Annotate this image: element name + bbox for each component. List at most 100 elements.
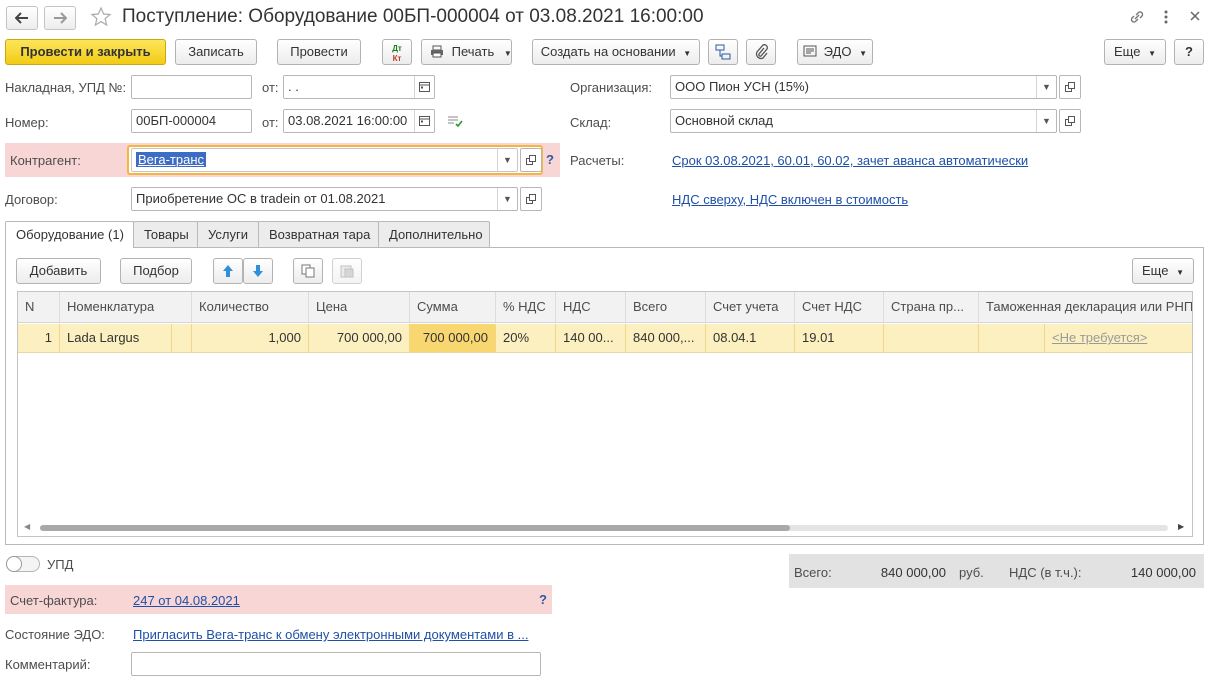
open-counterparty-button[interactable] bbox=[520, 148, 542, 172]
customs-not-required-link[interactable]: <Не требуется> bbox=[1052, 330, 1147, 345]
save-button[interactable]: Записать bbox=[175, 39, 257, 65]
tab-additional[interactable]: Дополнительно bbox=[378, 221, 490, 247]
forward-button[interactable] bbox=[44, 6, 76, 30]
calendar-icon[interactable] bbox=[414, 110, 434, 132]
col-vat-rate[interactable]: % НДС bbox=[496, 292, 556, 322]
invoice-help-icon[interactable]: ? bbox=[539, 592, 547, 607]
move-down-button[interactable] bbox=[243, 258, 273, 284]
chevron-down-icon[interactable]: ▼ bbox=[497, 188, 517, 210]
col-nomenclature[interactable]: Номенклатура bbox=[60, 292, 192, 322]
vat-mode-link[interactable]: НДС сверху, НДС включен в стоимость bbox=[672, 192, 908, 207]
more-button[interactable]: Еще ▼ bbox=[1104, 39, 1166, 65]
sign-status-icon[interactable] bbox=[447, 114, 463, 128]
close-icon[interactable] bbox=[1189, 10, 1201, 22]
col-price[interactable]: Цена bbox=[309, 292, 410, 322]
select-items-button[interactable]: Подбор bbox=[120, 258, 192, 284]
warehouse-input[interactable]: Основной склад ▼ bbox=[670, 109, 1057, 133]
col-quantity[interactable]: Количество bbox=[192, 292, 309, 322]
open-organization-button[interactable] bbox=[1059, 75, 1081, 99]
warehouse-label: Склад: bbox=[570, 115, 612, 130]
star-icon[interactable] bbox=[90, 6, 112, 28]
total-value: 840 000,00 bbox=[880, 565, 946, 580]
open-icon bbox=[526, 194, 536, 204]
counterparty-help-icon[interactable]: ? bbox=[546, 152, 554, 167]
tab-equipment[interactable]: Оборудование (1) bbox=[5, 221, 134, 248]
paste-icon bbox=[340, 265, 354, 278]
add-row-button[interactable]: Добавить bbox=[16, 258, 101, 284]
calendar-icon[interactable] bbox=[414, 76, 434, 98]
post-and-close-button[interactable]: Провести и закрыть bbox=[5, 39, 166, 65]
organization-input[interactable]: ООО Пион УСН (15%) ▼ bbox=[670, 75, 1057, 99]
chevron-down-icon[interactable]: ▼ bbox=[1036, 110, 1056, 132]
paste-row-button[interactable] bbox=[332, 258, 362, 284]
contract-input[interactable]: Приобретение ОС в tradein от 01.08.2021 … bbox=[131, 187, 518, 211]
table-more-button[interactable]: Еще ▼ bbox=[1132, 258, 1194, 284]
col-n[interactable]: N bbox=[18, 292, 60, 322]
cell-account: 08.04.1 bbox=[706, 324, 795, 352]
open-icon bbox=[1065, 116, 1075, 126]
tab-returnable-packaging[interactable]: Возвратная тара bbox=[258, 221, 379, 247]
tab-services[interactable]: Услуги bbox=[197, 221, 259, 247]
document-date-input[interactable]: 03.08.2021 16:00:00 bbox=[283, 109, 435, 133]
col-country[interactable]: Страна пр... bbox=[884, 292, 979, 322]
horizontal-scrollbar[interactable]: ◀ ▶ bbox=[18, 520, 1192, 536]
printer-icon bbox=[431, 45, 443, 58]
copy-icon bbox=[301, 264, 315, 278]
arrow-down-icon bbox=[253, 265, 263, 277]
contract-label: Договор: bbox=[5, 192, 58, 207]
cell-country bbox=[884, 324, 979, 352]
invoice-factura-link[interactable]: 247 от 04.08.2021 bbox=[133, 593, 240, 608]
col-vat-account[interactable]: Счет НДС bbox=[795, 292, 884, 322]
from-label: от: bbox=[262, 80, 279, 95]
settlements-label: Расчеты: bbox=[570, 153, 625, 168]
toggle-knob bbox=[6, 556, 22, 572]
scroll-right-icon[interactable]: ▶ bbox=[1178, 522, 1184, 531]
open-warehouse-button[interactable] bbox=[1059, 109, 1081, 133]
invoice-number-input[interactable] bbox=[131, 75, 252, 99]
back-button[interactable] bbox=[6, 6, 38, 30]
col-account[interactable]: Счет учета bbox=[706, 292, 795, 322]
chevron-down-icon[interactable]: ▼ bbox=[497, 149, 517, 171]
copy-row-button[interactable] bbox=[293, 258, 323, 284]
edo-invite-link[interactable]: Пригласить Вега-транс к обмену электронн… bbox=[133, 627, 528, 642]
chevron-down-icon: ▼ bbox=[859, 49, 867, 58]
comment-input[interactable] bbox=[131, 652, 541, 676]
invoice-label: Накладная, УПД №: bbox=[5, 80, 127, 95]
scroll-left-icon[interactable]: ◀ bbox=[24, 522, 30, 531]
edo-state-label: Состояние ЭДО: bbox=[5, 627, 105, 642]
arrow-right-icon bbox=[54, 12, 68, 24]
chevron-down-icon[interactable]: ▼ bbox=[1036, 76, 1056, 98]
number-input[interactable]: 00БП-000004 bbox=[131, 109, 252, 133]
link-icon[interactable] bbox=[1128, 8, 1146, 26]
chevron-down-icon: ▼ bbox=[1176, 268, 1184, 277]
col-sum[interactable]: Сумма bbox=[410, 292, 496, 322]
cell-vat-rate: 20% bbox=[496, 324, 556, 352]
table-row[interactable]: 1 Lada Largus 1,000 700 000,00 700 000,0… bbox=[18, 324, 1192, 353]
move-up-button[interactable] bbox=[213, 258, 243, 284]
create-based-on-button[interactable]: Создать на основании ▼ bbox=[532, 39, 700, 65]
structure-icon bbox=[715, 44, 731, 60]
open-contract-button[interactable] bbox=[520, 187, 542, 211]
cell-sum: 700 000,00 bbox=[410, 324, 496, 352]
post-button[interactable]: Провести bbox=[277, 39, 361, 65]
col-customs[interactable]: Таможенная декларация или РНПТ bbox=[979, 292, 1192, 322]
upd-toggle[interactable] bbox=[6, 556, 40, 572]
col-total[interactable]: Всего bbox=[626, 292, 706, 322]
help-button[interactable]: ? bbox=[1174, 39, 1204, 65]
structure-button[interactable] bbox=[708, 39, 738, 65]
edo-button[interactable]: ЭДО ▼ bbox=[797, 39, 873, 65]
open-icon bbox=[1065, 82, 1075, 92]
settlements-link[interactable]: Срок 03.08.2021, 60.01, 60.02, зачет ава… bbox=[672, 153, 1028, 168]
col-vat[interactable]: НДС bbox=[556, 292, 626, 322]
counterparty-input[interactable]: Вега-транс ▼ bbox=[131, 148, 518, 172]
total-label: Всего: bbox=[794, 565, 832, 580]
vertical-dots-icon[interactable] bbox=[1162, 9, 1170, 25]
cell-customs[interactable]: <Не требуется> bbox=[1045, 324, 1192, 352]
invoice-date-input[interactable]: . . bbox=[283, 75, 435, 99]
print-button[interactable]: Печать ▼ bbox=[421, 39, 512, 65]
dt-kt-button[interactable]: Дт Кт bbox=[382, 39, 412, 65]
attach-button[interactable] bbox=[746, 39, 776, 65]
number-label: Номер: bbox=[5, 115, 49, 130]
scrollbar-thumb[interactable] bbox=[40, 525, 790, 531]
tab-goods[interactable]: Товары bbox=[133, 221, 198, 247]
